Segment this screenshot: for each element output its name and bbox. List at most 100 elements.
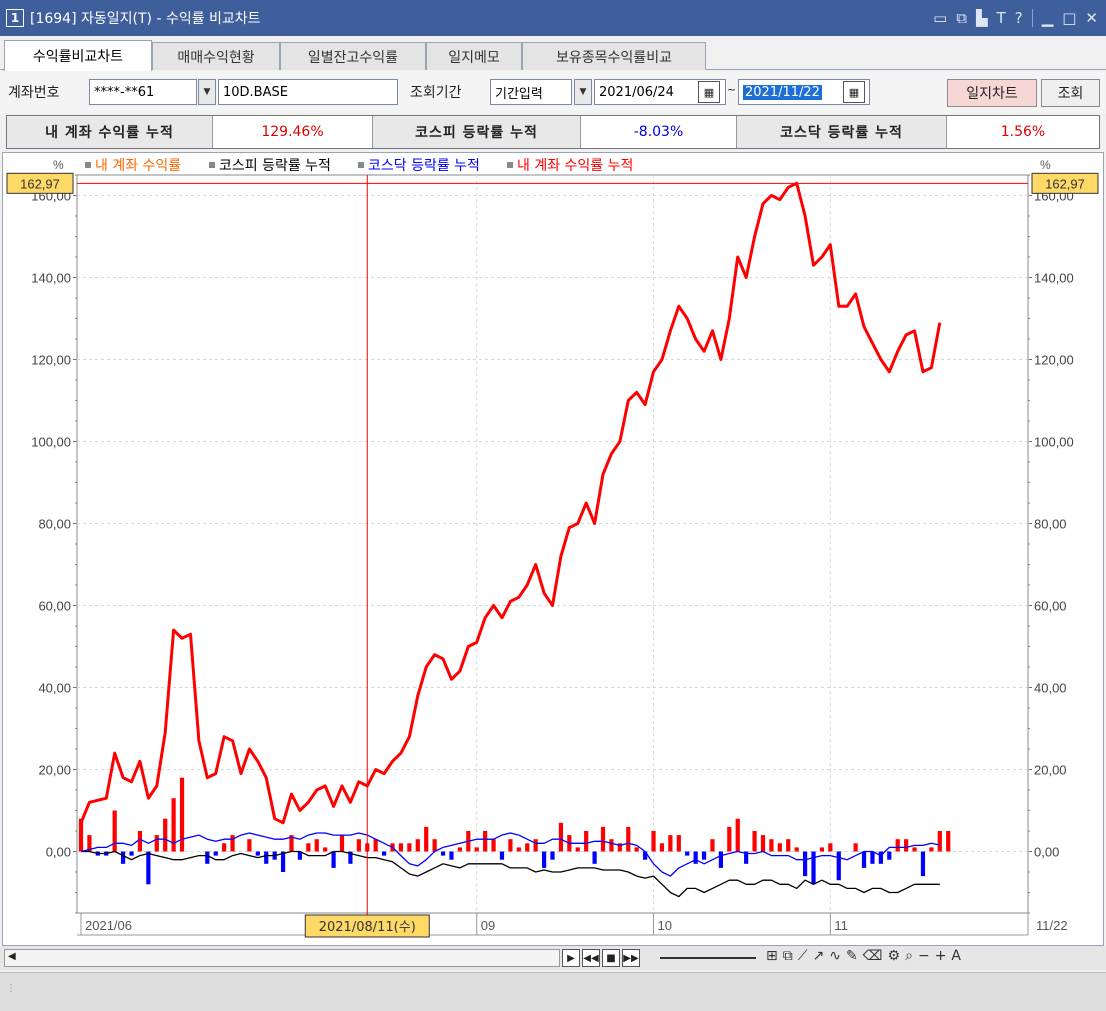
account-label: 계좌번호 [8,85,60,101]
period-label: 조회기간 [410,85,462,101]
settings-icon[interactable]: ⚙ [888,948,901,964]
x-tick-label: 11 [834,918,848,933]
help-icon[interactable]: ? [1015,9,1023,27]
account-name-field[interactable]: 10D.BASE [218,79,398,105]
daily-return-bar [112,810,117,852]
zoom-slider[interactable] [660,957,756,959]
daily-return-bar [146,851,151,885]
daily-return-bar [508,839,513,852]
period-mode-select[interactable]: 기간입력 [490,79,572,105]
zoom-icon[interactable]: ⌕ [905,948,913,964]
daily-return-bar [449,851,454,860]
stop-icon[interactable]: ■ [602,949,620,967]
daily-return-bar [373,839,378,852]
daily-return-bar [769,839,774,852]
pin-icon[interactable]: ▙ [976,9,988,27]
fast-forward-icon[interactable]: ▶▶ [622,949,640,967]
y-tick-label-right: 120,00 [1034,353,1074,368]
crosshair-date-label: 2021/08/11(수) [319,920,416,935]
legend-marker [507,162,513,168]
daily-return-bar [920,851,926,877]
kosdaq-label: 코스닥 등락률 누적 [737,116,947,148]
daily-return-bar [525,843,530,852]
tab-return-compare-chart[interactable]: 수익률비교차트 [4,40,152,71]
daily-return-bar [887,851,892,860]
tab-holding-compare[interactable]: 보유종목수익률비교 [522,42,706,70]
line-tool-icon[interactable]: ⟋ [798,948,808,964]
play-icon[interactable]: ▶ [562,949,580,967]
summary-bar: 내 계좌 수익률 누적 129.46% 코스피 등락률 누적 -8.03% 코스… [6,115,1100,149]
date-from-text: 2021/06/24 [599,84,674,100]
max-label-right: 162,97 [1045,176,1085,191]
legend-marker [358,162,364,168]
tab-strip: 수익률비교차트 매매수익현황 일별잔고수익률 일지메모 보유종목수익률비교 [0,36,1106,71]
y-tick-label-left: 100,00 [31,435,71,450]
daily-return-bar [137,831,143,852]
tab-journal-memo[interactable]: 일지메모 [426,42,522,70]
horizontal-scrollbar[interactable]: ◀ [4,949,560,967]
daily-return-bar [685,851,690,856]
chart-control-bar: ◀ ▶ ◀◀ ■ ▶▶ ⊞ ⧉ ⟋ ↗ ∿ ✎ ⌫ ⚙ ⌕ − + A [0,946,1106,970]
daily-return-bar [701,851,707,860]
daily-return-bar [541,851,547,868]
query-toolbar: 계좌번호 ****-**61 ▼ 10D.BASE 조회기간 기간입력 ▼ 20… [0,71,1106,113]
daily-return-bar [786,839,791,852]
y-tick-label-right: 60,00 [1034,599,1067,614]
tab-trade-profit[interactable]: 매매수익현황 [152,42,280,70]
y-tick-label-right: 100,00 [1034,435,1074,450]
chart-area[interactable]: 0,00 0,00 20,00 20,00 40,00 40,00 60,00 60,00 80… [2,152,1104,946]
period-mode-dropdown[interactable]: ▼ [574,79,592,105]
daily-return-bar [120,851,126,864]
date-range-separator: ~ [727,83,737,96]
calendar-icon[interactable]: ▦ [698,81,720,103]
daily-return-bar [836,851,841,881]
daily-return-bar [331,851,336,868]
window-title: [1694] 자동일지(T) - 수익률 비교차트 [30,11,261,27]
font-icon[interactable]: T [997,9,1006,27]
daily-return-bar [533,839,538,852]
daily-return-bar [651,831,656,852]
daily-chart-button[interactable]: 일지차트 [947,79,1037,107]
y-tick-label-left: 20,00 [38,763,71,778]
tab-daily-balance[interactable]: 일별잔고수익률 [280,42,426,70]
daily-return-bar [280,851,286,872]
scroll-left-icon[interactable]: ◀ [8,951,16,962]
title-bar: 1 [1694] 자동일지(T) - 수익률 비교차트 ▭ ⧉ ▙ T ? ▁ … [0,0,1106,36]
text-tool-icon[interactable]: A [951,948,961,964]
calendar-icon[interactable]: ▦ [843,81,865,103]
daily-return-bar [693,851,698,864]
daily-return-bar [382,851,387,856]
maximize-icon[interactable]: □ [1062,9,1076,27]
daily-return-bar [154,835,159,852]
y-tick-label-right: 40,00 [1034,681,1067,696]
daily-return-bar [550,851,555,860]
trend-icon[interactable]: ↗ [813,948,825,964]
daily-return-bar [575,847,580,852]
overlay-icon[interactable]: ⧉ [783,948,793,964]
daily-return-bar [264,851,269,864]
title-separator [1031,9,1033,27]
close-icon[interactable]: ✕ [1085,9,1098,27]
return-compare-chart[interactable]: 0,00 0,00 20,00 20,00 40,00 40,00 60,00 60,00 80… [3,153,1105,947]
kospi-label: 코스피 등락률 누적 [373,116,581,148]
daily-return-bar [676,835,681,852]
eraser-icon[interactable]: ⌫ [863,948,883,964]
minimize-icon[interactable]: ▁ [1042,9,1054,27]
search-button[interactable]: 조회 [1041,79,1100,107]
zoom-in-icon[interactable]: + [935,948,947,964]
wave-icon[interactable]: ∿ [829,948,841,964]
rewind-icon[interactable]: ◀◀ [582,949,600,967]
daily-return-bar [600,826,606,852]
draw-icon[interactable]: ✎ [846,948,858,964]
daily-return-bar [609,839,614,852]
daily-return-bar [356,839,361,852]
y-tick-label-left: 40,00 [38,681,71,696]
account-dropdown[interactable]: ▼ [198,79,216,105]
daily-return-bar [727,826,732,852]
chart-type-icon[interactable]: ⊞ [766,948,778,964]
restore-icon[interactable]: ▭ [933,9,947,27]
account-number-field[interactable]: ****-**61 [89,79,197,105]
daily-return-bar [306,843,311,852]
cascade-icon[interactable]: ⧉ [956,9,967,27]
zoom-out-icon[interactable]: − [918,948,930,964]
